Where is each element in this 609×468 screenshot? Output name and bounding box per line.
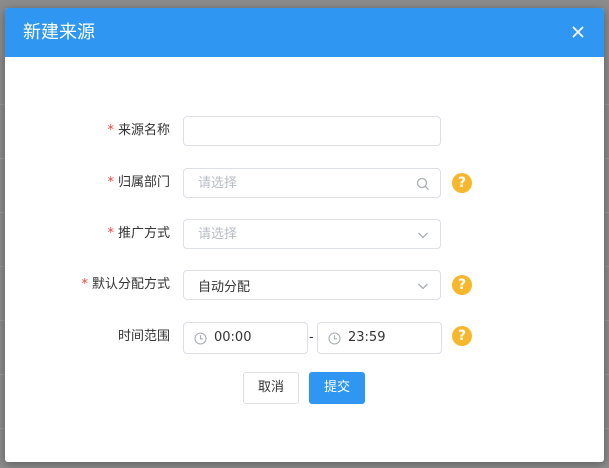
default-allocation-label: * 默认分配方式 xyxy=(81,277,170,292)
start-time-value: 00:00 xyxy=(214,330,252,345)
promotion-method-input[interactable] xyxy=(184,220,440,248)
dialog-title: 新建来源 xyxy=(23,22,95,43)
promotion-method-select[interactable] xyxy=(183,219,441,249)
department-select[interactable] xyxy=(183,168,441,198)
dialog-header: 新建来源 xyxy=(5,8,604,57)
default-allocation-question-icon[interactable]: ? xyxy=(452,275,472,295)
source-name-field[interactable] xyxy=(183,116,441,146)
close-button[interactable] xyxy=(568,22,588,42)
required-mark: * xyxy=(107,175,114,190)
required-mark: * xyxy=(81,277,88,292)
department-label: * 归属部门 xyxy=(107,175,170,190)
required-mark: * xyxy=(107,226,114,241)
submit-button[interactable]: 提交 xyxy=(309,372,365,404)
end-time-picker[interactable]: 23:59 xyxy=(317,322,442,354)
cancel-button[interactable]: 取消 xyxy=(243,372,299,404)
promotion-method-label: * 推广方式 xyxy=(107,226,170,241)
new-source-dialog: 新建来源 *来源名称 *归属部门 ? *推广方式 xyxy=(5,8,604,462)
default-allocation-select[interactable] xyxy=(183,270,441,300)
department-input[interactable] xyxy=(184,169,440,197)
time-range-label: 时间范围 xyxy=(117,329,170,344)
required-mark: * xyxy=(107,123,114,138)
default-allocation-input[interactable] xyxy=(184,271,440,299)
source-name-label: * 来源名称 xyxy=(107,123,170,138)
clock-icon xyxy=(194,332,207,345)
search-icon[interactable] xyxy=(416,177,430,191)
range-separator: - xyxy=(309,330,314,345)
start-time-picker[interactable]: 00:00 xyxy=(183,322,308,354)
department-question-icon[interactable]: ? xyxy=(452,173,472,193)
chevron-down-icon[interactable] xyxy=(416,228,430,242)
time-range-question-icon[interactable]: ? xyxy=(452,326,472,346)
clock-icon xyxy=(328,332,341,345)
chevron-down-icon[interactable] xyxy=(416,279,430,293)
close-icon xyxy=(572,26,584,38)
source-name-input[interactable] xyxy=(184,117,440,145)
end-time-value: 23:59 xyxy=(348,330,386,345)
